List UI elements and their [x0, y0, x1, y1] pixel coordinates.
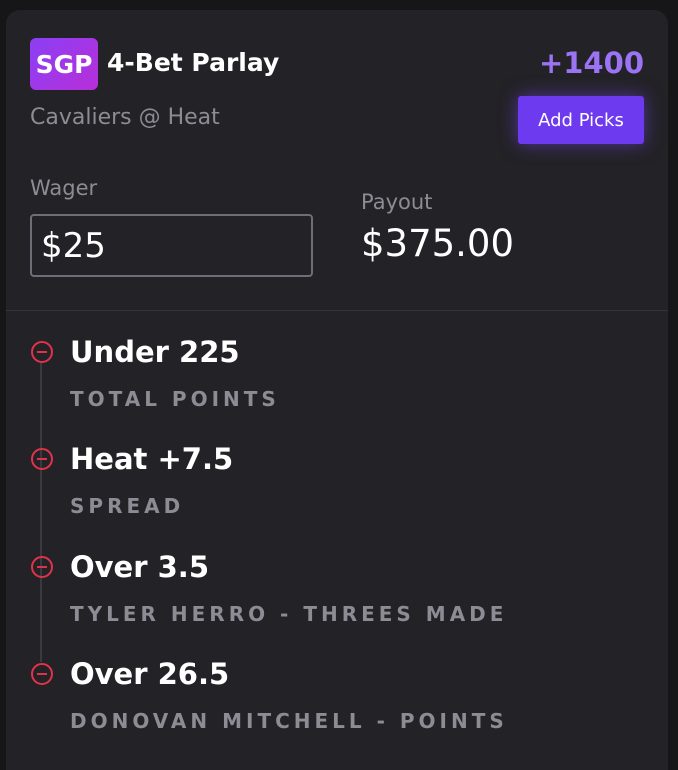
- pick-market: TOTAL POINTS: [70, 387, 280, 411]
- minus-circle-icon[interactable]: [30, 447, 54, 471]
- divider: [6, 310, 668, 311]
- pick-market: TYLER HERRO - THREES MADE: [70, 602, 508, 626]
- pick-item: Over 26.5 DONOVAN MITCHELL - POINTS: [30, 657, 650, 737]
- pick-market: SPREAD: [70, 494, 185, 518]
- pick-title: Under 225: [70, 335, 240, 369]
- parlay-card: SGP 4-Bet Parlay Cavaliers @ Heat +1400 …: [6, 10, 668, 770]
- sgp-badge: SGP: [30, 38, 98, 90]
- payout-value: $375.00: [361, 222, 515, 265]
- pick-market: DONOVAN MITCHELL - POINTS: [70, 709, 508, 733]
- pick-item: Over 3.5 TYLER HERRO - THREES MADE: [30, 550, 650, 630]
- pick-title: Heat +7.5: [70, 442, 234, 476]
- add-picks-button[interactable]: Add Picks: [518, 96, 644, 144]
- pick-title: Over 26.5: [70, 657, 230, 691]
- parlay-odds: +1400: [538, 46, 644, 80]
- minus-circle-icon[interactable]: [30, 662, 54, 686]
- wager-label: Wager: [30, 176, 98, 200]
- payout-label: Payout: [361, 190, 433, 214]
- pick-title: Over 3.5: [70, 550, 209, 584]
- pick-item: Heat +7.5 SPREAD: [30, 442, 650, 522]
- minus-circle-icon[interactable]: [30, 555, 54, 579]
- parlay-title: 4-Bet Parlay: [107, 48, 280, 77]
- matchup-label: Cavaliers @ Heat: [30, 105, 220, 130]
- wager-input[interactable]: [30, 214, 313, 277]
- minus-circle-icon[interactable]: [30, 340, 54, 364]
- pick-item: Under 225 TOTAL POINTS: [30, 335, 650, 415]
